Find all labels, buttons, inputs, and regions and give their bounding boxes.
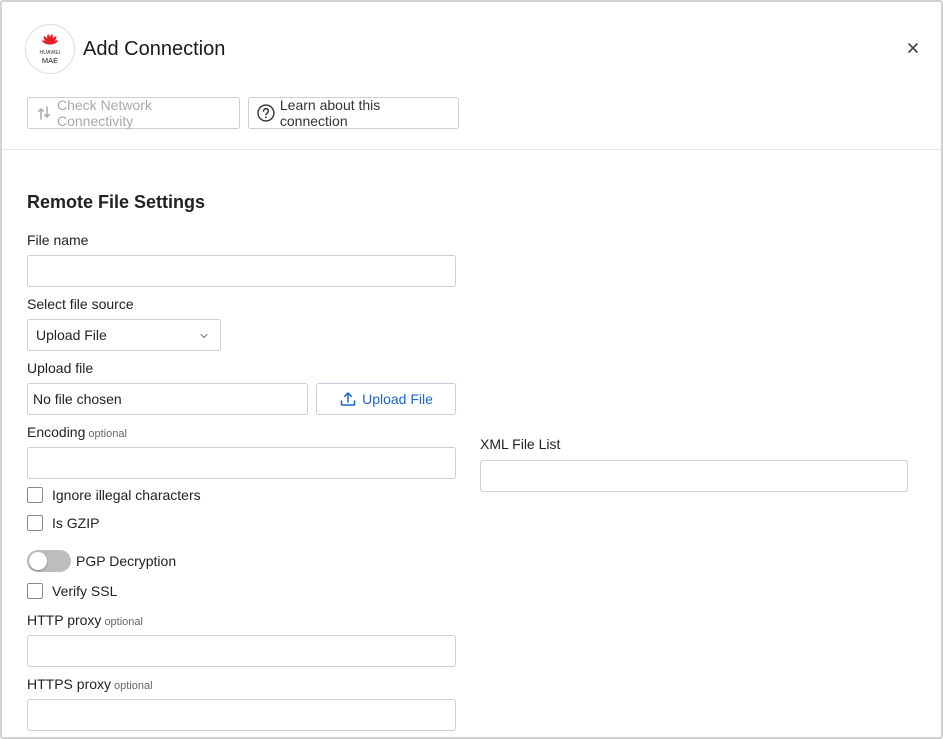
upload-file-button-label: Upload File: [362, 391, 433, 407]
ignore-illegal-label: Ignore illegal characters: [52, 487, 201, 503]
pgp-decryption-label: PGP Decryption: [76, 553, 177, 569]
upload-file-label: Upload file: [27, 360, 94, 376]
pgp-decryption-row: PGP Decryption: [27, 550, 176, 572]
verify-ssl-checkbox[interactable]: [27, 583, 43, 599]
http-proxy-label: HTTP proxy optional: [27, 611, 143, 631]
is-gzip-checkbox[interactable]: [27, 515, 43, 531]
encoding-input[interactable]: [27, 447, 456, 479]
close-button[interactable]: [902, 37, 924, 59]
pgp-decryption-toggle[interactable]: [27, 550, 71, 572]
https-proxy-label-text: HTTPS proxy: [27, 676, 112, 692]
huawei-mae-logo: HUAWEI MAE: [25, 24, 75, 74]
ignore-illegal-checkbox[interactable]: [27, 487, 43, 503]
help-circle-icon: [257, 104, 275, 122]
https-proxy-input[interactable]: [27, 699, 456, 731]
ignore-illegal-row: Ignore illegal characters: [27, 487, 201, 503]
http-proxy-label-text: HTTP proxy: [27, 612, 102, 628]
optional-tag: optional: [88, 428, 127, 440]
https-proxy-label: HTTPS proxy optional: [27, 675, 153, 695]
is-gzip-row: Is GZIP: [27, 515, 99, 531]
is-gzip-label: Is GZIP: [52, 515, 100, 531]
upload-icon: [340, 392, 356, 406]
network-connectivity-icon: [38, 106, 50, 120]
chevron-down-icon: [200, 333, 208, 339]
file-source-selected: Upload File: [36, 327, 107, 343]
huawei-petal-icon: [41, 33, 59, 45]
add-connection-dialog: HUAWEI MAE Add Connection Check Network …: [0, 0, 943, 739]
encoding-label-text: Encoding: [27, 424, 86, 440]
encoding-label: Encoding optional: [27, 423, 127, 443]
close-icon: [908, 43, 918, 53]
file-name-input[interactable]: [27, 255, 456, 287]
check-network-label: Check Network Connectivity: [57, 97, 152, 129]
http-proxy-input[interactable]: [27, 635, 456, 667]
learn-about-connection-button[interactable]: Learn about this connection: [248, 97, 459, 129]
check-network-connectivity-button[interactable]: Check Network Connectivity: [27, 97, 240, 129]
optional-tag: optional: [114, 680, 153, 692]
dialog-title: Add Connection: [83, 38, 226, 60]
upload-file-button[interactable]: Upload File: [316, 383, 456, 415]
file-source-label: Select file source: [27, 296, 134, 312]
logo-sub-text: MAE: [41, 55, 59, 65]
section-title: Remote File Settings: [27, 192, 206, 212]
verify-ssl-label: Verify SSL: [52, 583, 118, 599]
file-source-select[interactable]: Upload File: [27, 319, 221, 351]
file-chosen-field: No file chosen: [27, 383, 308, 415]
file-name-label: File name: [27, 232, 89, 248]
header-divider: [2, 149, 941, 150]
file-chosen-status: No file chosen: [33, 391, 122, 407]
verify-ssl-row: Verify SSL: [27, 583, 117, 599]
optional-tag: optional: [104, 616, 143, 628]
xml-file-list-label: XML File List: [480, 436, 561, 452]
xml-file-list-input[interactable]: [480, 460, 908, 492]
toggle-knob: [29, 552, 47, 570]
learn-about-label: Learn about this connection: [279, 97, 381, 129]
